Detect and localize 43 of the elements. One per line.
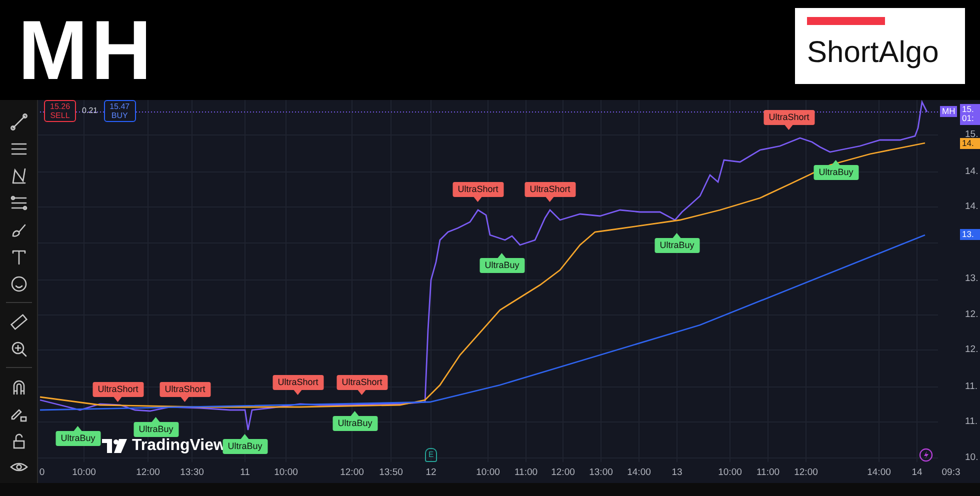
spread-value: 0.21 [82,105,98,118]
time-label: 12:00 [340,468,364,478]
time-label: 10:00 [72,468,96,478]
symbol-title: MH [18,8,155,99]
symbol-tag: MH [940,106,958,118]
time-label: 12:00 [551,468,575,478]
time-label: 13 [672,468,682,478]
time-label: 11 [240,468,250,478]
earnings-marker: E [425,448,437,462]
price-label: 14. [965,202,978,212]
time-label: 12:00 [136,468,160,478]
sell-button[interactable]: 15.26 SELL [44,100,76,122]
price-label: 14. [965,167,978,176]
time-label: 11:00 [756,468,780,478]
tradingview-logo-icon [102,439,128,453]
price-badge: 15. 01: [960,104,980,125]
price-label: 12. [965,310,978,320]
time-label: 11:00 [514,468,538,478]
price-label: 15. [965,130,978,140]
time-label: 12:00 [794,468,818,478]
logo-bar-icon [807,17,885,25]
price-label: 11. [965,382,978,392]
time-label: 0 [39,468,45,478]
buy-button[interactable]: 15.47 BUY [104,100,136,122]
time-label: 10:00 [718,468,742,478]
price-label: 12. [965,345,978,354]
time-label: 14:00 [627,468,651,478]
time-label: 14:00 [867,468,891,478]
price-label: 11. [965,417,978,426]
price-badge: 14. [960,138,980,150]
price-label: 10. [965,453,978,462]
time-label: 12 [426,468,436,478]
lightning-icon [919,448,933,462]
price-label: 13. [965,274,978,284]
time-label: 13:30 [180,468,204,478]
logo-text: ShortAlgo [807,38,940,68]
time-label: 13:00 [589,468,613,478]
time-label: 13:50 [379,468,403,478]
time-label: 10:00 [476,468,500,478]
time-label: 14 [912,468,922,478]
time-label: 10:00 [274,468,298,478]
time-label: 09:3 [942,468,960,478]
price-badge: 13. [960,229,980,240]
